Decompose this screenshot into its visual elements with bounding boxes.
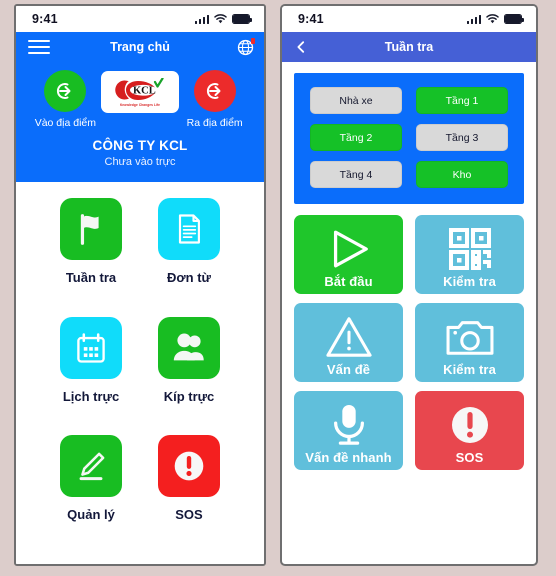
action-tile-kiem-tra-camera[interactable]: Kiểm tra: [415, 303, 524, 382]
camera-icon: [445, 316, 495, 358]
kcl-logo-tagline: Knowledge Changes Life: [119, 102, 161, 108]
action-tile-label: Kiểm tra: [443, 362, 496, 377]
shift-status: Chưa vào trực: [104, 156, 176, 168]
action-tile-label: SOS: [455, 450, 484, 465]
play-icon: [323, 226, 375, 272]
status-bar-icons: [194, 14, 252, 24]
punch-out-label: Ra địa điểm: [186, 117, 243, 129]
document-icon: [158, 198, 220, 260]
home-header: Trang chủ Vào địa điểm KCL Knowledge Cha…: [16, 32, 264, 182]
punch-in-label: Vào địa điểm: [34, 117, 96, 129]
zone-button-kho[interactable]: Kho: [416, 161, 508, 188]
zone-button-nha-xe[interactable]: Nhà xe: [310, 87, 402, 114]
zone-button-tang-4[interactable]: Tầng 4: [310, 161, 402, 188]
action-tile-kiem-tra-qr[interactable]: Kiểm tra: [415, 215, 524, 294]
wifi-icon: [486, 14, 499, 24]
home-menu-grid: Tuần tra Đơn từ Lịch trực Kíp trực Quản …: [16, 182, 264, 564]
menu-item-don-tu[interactable]: Đơn từ: [140, 198, 238, 317]
kcl-logo: KCL Knowledge Changes Life: [100, 71, 180, 113]
patrol-action-grid: Bắt đầu Kiểm tra Vấn đề Kiểm tra Vấn đề …: [282, 204, 536, 482]
action-tile-bat-dau[interactable]: Bắt đầu: [294, 215, 403, 294]
logout-arrow-icon: [193, 70, 236, 112]
zone-button-tang-2[interactable]: Tầng 2: [310, 124, 402, 151]
login-arrow-icon: [44, 70, 87, 112]
svg-text:KCL: KCL: [133, 86, 156, 97]
alert-circle-icon: [158, 435, 220, 498]
zone-selector-panel: Nhà xe Tầng 1 Tầng 2 Tầng 3 Tầng 4 Kho: [294, 73, 524, 204]
cellular-signal-icon: [466, 14, 481, 24]
status-bar-time: 9:41: [32, 12, 58, 26]
menu-item-label: Đơn từ: [167, 270, 211, 285]
action-tile-sos[interactable]: SOS: [415, 391, 524, 470]
menu-item-kip-truc[interactable]: Kíp trực: [140, 316, 238, 436]
menu-item-sos[interactable]: SOS: [140, 435, 238, 554]
status-bar: 9:41: [16, 6, 264, 32]
status-bar-time: 9:41: [298, 12, 324, 26]
action-tile-label: Bắt đầu: [324, 274, 373, 289]
punch-actions: Vào địa điểm KCL Knowledge Changes Life: [16, 62, 264, 129]
action-tile-label: Kiểm tra: [443, 274, 496, 289]
battery-full-icon: [232, 14, 252, 24]
company-block: CÔNG TY KCL Chưa vào trực: [16, 129, 264, 182]
page-title: Trang chủ: [110, 40, 170, 54]
menu-item-lich-truc[interactable]: Lịch trực: [42, 316, 140, 436]
hamburger-menu-icon[interactable]: [28, 39, 50, 55]
menu-item-quan-ly[interactable]: Quản lý: [42, 435, 140, 554]
menu-item-label: Kíp trực: [163, 388, 215, 404]
battery-full-icon: [504, 14, 524, 24]
home-nav-row: Trang chủ: [16, 32, 264, 62]
zone-button-tang-1[interactable]: Tầng 1: [416, 87, 508, 114]
menu-item-label: Quản lý: [67, 507, 115, 523]
screenshot-canvas: 9:41 Trang chủ Vào địa điểm KCL Knowledg…: [0, 0, 556, 576]
phone-left-home-screen: 9:41 Trang chủ Vào địa điểm KCL Knowledg…: [14, 4, 266, 566]
page-title: Tuần tra: [384, 40, 434, 54]
microphone-icon: [328, 402, 370, 448]
menu-item-label: Lịch trực: [62, 388, 120, 404]
people-icon: [158, 316, 220, 379]
wifi-icon: [214, 14, 227, 24]
alert-circle-icon: [446, 401, 494, 449]
menu-item-label: Tuần tra: [65, 270, 117, 285]
notification-badge: [251, 37, 255, 44]
status-bar: 9:41: [282, 6, 536, 32]
punch-out-button[interactable]: Ra địa điểm: [179, 70, 250, 129]
kcl-logo-mark: KCL: [115, 78, 164, 101]
action-tile-label: Vấn đề nhanh: [305, 450, 392, 465]
calendar-icon: [60, 316, 122, 379]
flag-icon: [60, 198, 122, 260]
action-tile-label: Vấn đề: [326, 362, 371, 377]
zone-button-tang-3[interactable]: Tầng 3: [416, 124, 508, 151]
cellular-signal-icon: [194, 14, 209, 24]
menu-item-label: SOS: [175, 507, 203, 523]
action-tile-van-de[interactable]: Vấn đề: [294, 303, 403, 382]
patrol-nav-bar: Tuần tra: [282, 32, 536, 62]
menu-item-tuan-tra[interactable]: Tuần tra: [42, 198, 140, 317]
chevron-left-icon[interactable]: [294, 40, 308, 54]
globe-icon[interactable]: [237, 37, 255, 56]
phone-right-patrol-screen: 9:41 Tuần tra Nhà xe Tầng 1 Tầng 2 Tầng …: [280, 4, 538, 566]
action-tile-van-de-nhanh[interactable]: Vấn đề nhanh: [294, 391, 403, 470]
punch-in-button[interactable]: Vào địa điểm: [30, 70, 101, 129]
company-name: CÔNG TY KCL: [92, 138, 188, 153]
qr-code-icon: [448, 227, 492, 271]
pencil-icon: [60, 435, 122, 498]
status-bar-icons: [466, 14, 524, 24]
warning-triangle-icon: [324, 314, 374, 360]
